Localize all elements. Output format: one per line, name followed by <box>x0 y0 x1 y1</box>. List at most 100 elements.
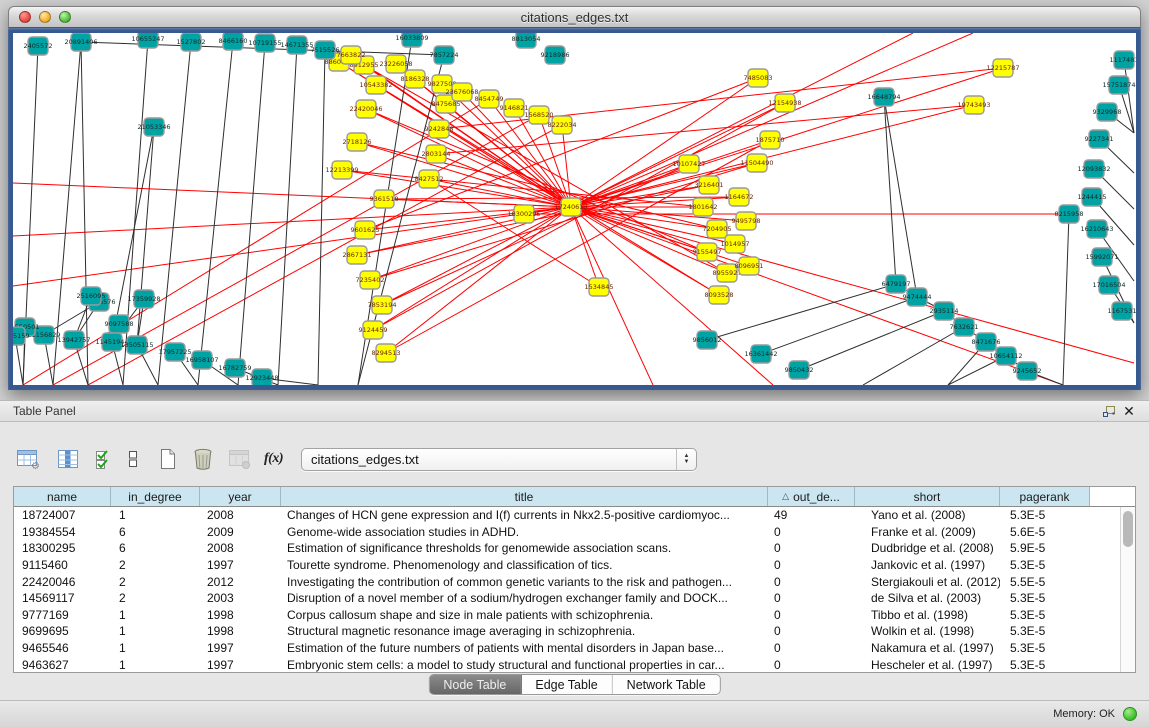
graph-node[interactable]: 8813054 <box>512 33 541 48</box>
table-row[interactable]: 1456911722003Disruption of a novel membe… <box>14 590 1120 607</box>
graph-node[interactable]: 9227341 <box>1085 130 1114 148</box>
close-window-button[interactable] <box>19 11 31 23</box>
column-header-in_degree[interactable]: in_degree <box>111 487 200 506</box>
graph-node[interactable]: 9601625 <box>351 221 380 239</box>
table-row[interactable]: 1938455462009Genome-wide association stu… <box>14 524 1120 541</box>
graph-node[interactable]: 1875710 <box>756 131 785 149</box>
graph-node[interactable]: 12215787 <box>986 59 1019 77</box>
graph-node[interactable]: 1164672 <box>725 188 754 206</box>
graph-node[interactable]: 1527802 <box>177 33 206 51</box>
tab-node-table[interactable]: Node Table <box>429 675 521 694</box>
graph-node[interactable]: 7857224 <box>430 46 459 64</box>
graph-node[interactable]: 9474444 <box>903 288 932 306</box>
graph-node[interactable]: 9856012 <box>693 331 722 349</box>
graph-node[interactable]: 2803144 <box>422 145 451 163</box>
graph-node[interactable]: 10655247 <box>131 33 164 48</box>
graph-node[interactable]: 8186328 <box>401 70 430 88</box>
zoom-window-button[interactable] <box>59 11 71 23</box>
graph-node[interactable]: 8471676 <box>972 333 1001 351</box>
graph-node[interactable]: 10107427 <box>672 155 705 173</box>
table-row[interactable]: 911546021997Tourette syndrome. Phenomeno… <box>14 557 1120 574</box>
graph-node[interactable]: 12213399 <box>325 161 358 179</box>
graph-node[interactable]: 1534845 <box>585 278 614 296</box>
graph-node[interactable]: 8427512 <box>415 170 444 188</box>
graph-node[interactable]: 22420046 <box>349 100 382 118</box>
table-row[interactable]: 969969511998Structural magnetic resonanc… <box>14 623 1120 640</box>
column-header-pagerank[interactable]: pagerank <box>1000 487 1090 506</box>
minimize-window-button[interactable] <box>39 11 51 23</box>
graph-node[interactable]: 1167531 <box>1108 302 1136 320</box>
graph-node[interactable]: 9495798 <box>732 212 761 230</box>
table-row[interactable]: 946362711997Embryonic stem cells: a mode… <box>14 656 1120 672</box>
table-row[interactable]: 1830029562008Estimation of significance … <box>14 540 1120 557</box>
graph-node[interactable]: 1014957 <box>721 235 750 253</box>
tab-network-table[interactable]: Network Table <box>613 675 720 694</box>
graph-node[interactable]: 16210643 <box>1080 220 1113 238</box>
graph-node[interactable]: 2718126 <box>343 133 372 151</box>
graph-node[interactable]: 8466160 <box>219 33 248 50</box>
graph-node[interactable]: 12093832 <box>1077 160 1110 178</box>
close-panel-button[interactable]: ✕ <box>1119 402 1139 420</box>
graph-node[interactable]: 17359928 <box>127 290 160 308</box>
scrollbar-thumb[interactable] <box>1123 511 1133 547</box>
graph-node[interactable]: 9124459 <box>359 321 388 339</box>
column-header-year[interactable]: year <box>200 487 281 506</box>
memory-indicator-icon[interactable] <box>1123 707 1137 721</box>
graph-node[interactable]: 16033809 <box>395 33 428 47</box>
graph-node[interactable]: 7632621 <box>950 318 979 336</box>
graph-node[interactable]: 20891406 <box>64 33 97 51</box>
graph-node[interactable]: 9329968 <box>1093 103 1122 121</box>
table-row[interactable]: 2242004622012Investigating the contribut… <box>14 573 1120 590</box>
float-panel-button[interactable] <box>1099 402 1119 420</box>
new-file-button[interactable] <box>158 446 178 472</box>
network-canvas[interactable]: 1724061323226058891295588601231054338298… <box>13 33 1136 385</box>
function-builder-button[interactable]: f(x) <box>264 446 283 472</box>
graph-node[interactable]: 19743493 <box>957 96 990 114</box>
graph-node[interactable]: 9850432 <box>785 361 814 379</box>
table-vertical-scrollbar[interactable] <box>1120 507 1135 672</box>
graph-node[interactable]: 15751874 <box>1102 76 1135 94</box>
graph-node[interactable]: 9218986 <box>541 46 570 64</box>
network-window-titlebar[interactable]: citations_edges.txt <box>8 6 1141 28</box>
trash-button[interactable] <box>192 446 214 472</box>
graph-node[interactable]: 9155497 <box>693 243 722 261</box>
tab-edge-table[interactable]: Edge Table <box>521 675 612 694</box>
column-header-name[interactable]: name <box>14 487 111 506</box>
graph-node[interactable]: 9361518 <box>370 190 399 208</box>
graph-node[interactable]: 2405572 <box>24 37 53 55</box>
graph-node[interactable]: 7853194 <box>368 296 397 314</box>
graph-node[interactable]: 1244415 <box>1078 188 1107 206</box>
table-select[interactable]: citations_edges.txt ▲▼ <box>301 448 697 471</box>
table-row[interactable]: 1872400712008Changes of HCN gene express… <box>14 507 1120 524</box>
graph-node[interactable]: 15992071 <box>1085 248 1118 266</box>
graph-node[interactable]: 8222034 <box>548 116 577 134</box>
column-header-short[interactable]: short <box>855 487 1000 506</box>
graph-node[interactable]: 16361442 <box>744 345 777 363</box>
graph-node[interactable]: 3216401 <box>695 176 724 194</box>
graph-node[interactable]: 7515526 <box>311 41 340 59</box>
graph-node[interactable]: 1801642 <box>689 198 718 216</box>
stacked-rows-button[interactable] <box>126 446 140 472</box>
graph-node[interactable]: 9245652 <box>1013 362 1042 380</box>
graph-node[interactable]: 8093528 <box>705 286 734 304</box>
graph-node[interactable]: 8096951 <box>735 257 764 275</box>
graph-node[interactable]: 8215958 <box>1055 205 1084 223</box>
graph-node[interactable]: 9097588 <box>105 315 134 333</box>
graph-node[interactable]: 2516095 <box>77 287 106 305</box>
column-header-title[interactable]: title <box>281 487 768 506</box>
table-row[interactable]: 977716911998Corpus callosum shape and si… <box>14 607 1120 624</box>
graph-node[interactable]: 14671355 <box>280 36 313 54</box>
graph-node[interactable]: 7235402 <box>356 271 385 289</box>
graph-node[interactable]: 2867131 <box>343 246 372 264</box>
graph-node[interactable]: 17016504 <box>1092 276 1125 294</box>
graph-node[interactable]: 7485083 <box>744 69 773 87</box>
graph-node[interactable]: 8294513 <box>372 344 401 362</box>
graph-node[interactable]: 16648794 <box>867 88 900 106</box>
graph-node[interactable]: 2935114 <box>930 302 959 320</box>
column-header-out_de[interactable]: △out_de... <box>768 487 855 506</box>
graph-node[interactable]: 1117481 <box>1110 51 1136 69</box>
graph-node[interactable]: 9242848 <box>425 120 454 138</box>
column-visibility-button[interactable] <box>56 446 80 472</box>
checklist-button[interactable] <box>94 446 114 472</box>
graph-node[interactable]: 6479197 <box>882 275 911 293</box>
